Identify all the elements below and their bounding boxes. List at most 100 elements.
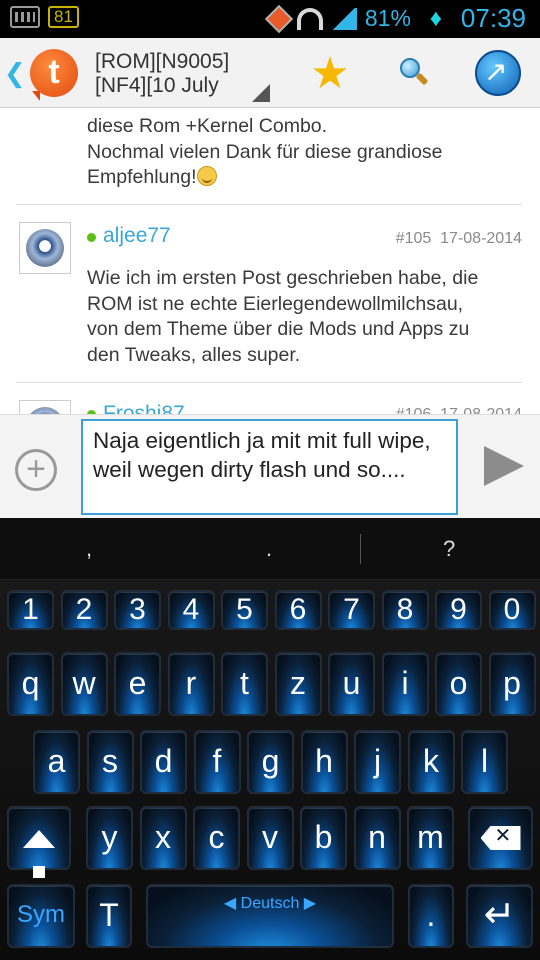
punctuation-key[interactable]: . [408, 884, 454, 948]
notification-icon [264, 4, 294, 33]
enter-key[interactable]: ↵ [466, 884, 533, 948]
post-line: Empfehlung! [87, 166, 197, 188]
app-bar: ❮ t [ROM][N9005] [NF4][10 July [0, 38, 540, 108]
back-chevron-icon[interactable]: ❮ [4, 58, 26, 89]
key-7[interactable]: 7 [328, 590, 375, 630]
tapatalk-logo-icon[interactable]: t [30, 49, 78, 101]
post-number: #106 [396, 406, 432, 414]
key-h[interactable]: h [300, 730, 348, 794]
post-body: diese Rom +Kernel Combo. Nochmal vielen … [87, 114, 527, 191]
post-body: Wie ich im ersten Post geschrieben habe,… [87, 266, 527, 368]
key-k[interactable]: k [407, 730, 455, 794]
key-o[interactable]: o [435, 652, 482, 716]
post-line: Wie ich im ersten Post geschrieben habe,… [87, 267, 479, 289]
browser-globe-icon[interactable] [475, 50, 521, 96]
space-language-label: ◀ Deutsch ▶ [223, 895, 317, 912]
post-meta: #106 17-08-2014 [396, 406, 522, 414]
key-2[interactable]: 2 [60, 590, 108, 630]
key-e[interactable]: e [114, 652, 161, 716]
key-m[interactable]: m [407, 806, 454, 870]
key-4[interactable]: 4 [167, 590, 215, 630]
post-date: 17-08-2014 [440, 406, 522, 414]
post-meta: #105 17-08-2014 [396, 230, 522, 248]
post-line: ROM ist ne echte Eierlegendewollmilchsau… [87, 292, 464, 315]
dropdown-corner-icon[interactable] [252, 84, 270, 102]
suggestion-comma[interactable]: , [86, 536, 92, 562]
smile-emoji-icon [196, 166, 217, 186]
key-s[interactable]: s [86, 730, 134, 794]
fox-icon: ♦ [429, 4, 443, 32]
star-icon[interactable]: ★ [306, 52, 354, 96]
avatar[interactable] [19, 222, 71, 274]
key-i[interactable]: i [381, 652, 429, 716]
key-d[interactable]: d [140, 730, 187, 794]
key-l[interactable]: l [461, 730, 508, 794]
thread-title[interactable]: [ROM][N9005] [NF4][10 July [95, 50, 265, 98]
backspace-icon [480, 826, 521, 850]
space-key[interactable]: ◀ Deutsch ▶ [146, 884, 394, 948]
shift-key[interactable] [7, 806, 71, 878]
key-y[interactable]: y [86, 806, 133, 870]
key-q[interactable]: q [7, 652, 54, 716]
post-line: von dem Theme über die Mods und Apps zu [87, 318, 470, 340]
key-3[interactable]: 3 [114, 590, 161, 630]
avatar[interactable] [19, 400, 71, 414]
key-f[interactable]: f [193, 730, 241, 794]
online-status-icon [87, 233, 96, 242]
key-0[interactable]: 0 [488, 590, 536, 630]
text-tool-key[interactable]: T [86, 884, 132, 948]
post-list[interactable]: diese Rom +Kernel Combo. Nochmal vielen … [0, 108, 540, 414]
suggestion-period[interactable]: . [266, 536, 272, 562]
thread-title-line2: [NF4][10 July [95, 74, 219, 97]
key-x[interactable]: x [139, 806, 187, 870]
wifi-icon [296, 7, 323, 30]
key-w[interactable]: w [60, 652, 108, 716]
key-z[interactable]: z [274, 652, 322, 716]
reply-bar: + Naja eigentlich ja mit mit full wipe, … [0, 414, 540, 518]
username[interactable]: aljee77 [103, 224, 171, 248]
post-line: diese Rom +Kernel Combo. [87, 115, 328, 137]
post-date: 17-08-2014 [440, 230, 522, 247]
delete-key[interactable] [468, 806, 533, 870]
reply-input[interactable]: Naja eigentlich ja mit mit full wipe, we… [81, 419, 458, 515]
suggestion-question[interactable]: ? [443, 536, 455, 562]
add-attachment-icon[interactable]: + [15, 449, 57, 491]
key-p[interactable]: p [488, 652, 536, 716]
clock: 07:39 [460, 3, 526, 33]
post-number: #105 [395, 230, 432, 247]
shift-arrow-icon [23, 830, 55, 848]
key-b[interactable]: b [300, 806, 347, 870]
key-g[interactable]: g [247, 730, 294, 794]
key-8[interactable]: 8 [381, 590, 429, 630]
key-a[interactable]: a [33, 730, 80, 794]
soft-keyboard: , . ? 1234567890 qwertzuiop asdfghjkl yxcvb… [0, 518, 540, 960]
key-n[interactable]: n [353, 806, 401, 870]
battery-badge: 81 [48, 6, 79, 28]
key-9[interactable]: 9 [435, 590, 482, 630]
thread-title-line1: [ROM][N9005] [95, 50, 230, 73]
search-icon[interactable] [398, 58, 429, 88]
divider [16, 382, 522, 383]
key-6[interactable]: 6 [274, 590, 322, 630]
key-r[interactable]: r [167, 652, 215, 716]
username[interactable]: Froshi87 [103, 402, 185, 414]
suggestion-divider [360, 534, 361, 564]
key-v[interactable]: v [246, 806, 294, 870]
key-u[interactable]: u [328, 652, 375, 716]
key-5[interactable]: 5 [221, 590, 268, 630]
key-1[interactable]: 1 [7, 590, 54, 630]
key-c[interactable]: c [193, 806, 240, 870]
signal-icon [330, 7, 357, 30]
post-line: den Tweaks, alles super. [87, 343, 301, 366]
battery-percent: 81% [364, 5, 411, 31]
enter-arrow-icon: ↵ [483, 894, 516, 936]
key-j[interactable]: j [354, 730, 401, 794]
send-icon[interactable] [482, 446, 526, 486]
key-t[interactable]: t [221, 652, 268, 716]
status-bar: 81 81% ♦ 07:39 [0, 0, 540, 38]
keyboard-icon [10, 6, 40, 28]
divider [16, 204, 522, 205]
sym-key[interactable]: Sym [7, 884, 75, 948]
post-line: Nochmal vielen Dank für diese grandiose [87, 140, 443, 163]
suggestion-bar: , . ? [0, 518, 540, 580]
